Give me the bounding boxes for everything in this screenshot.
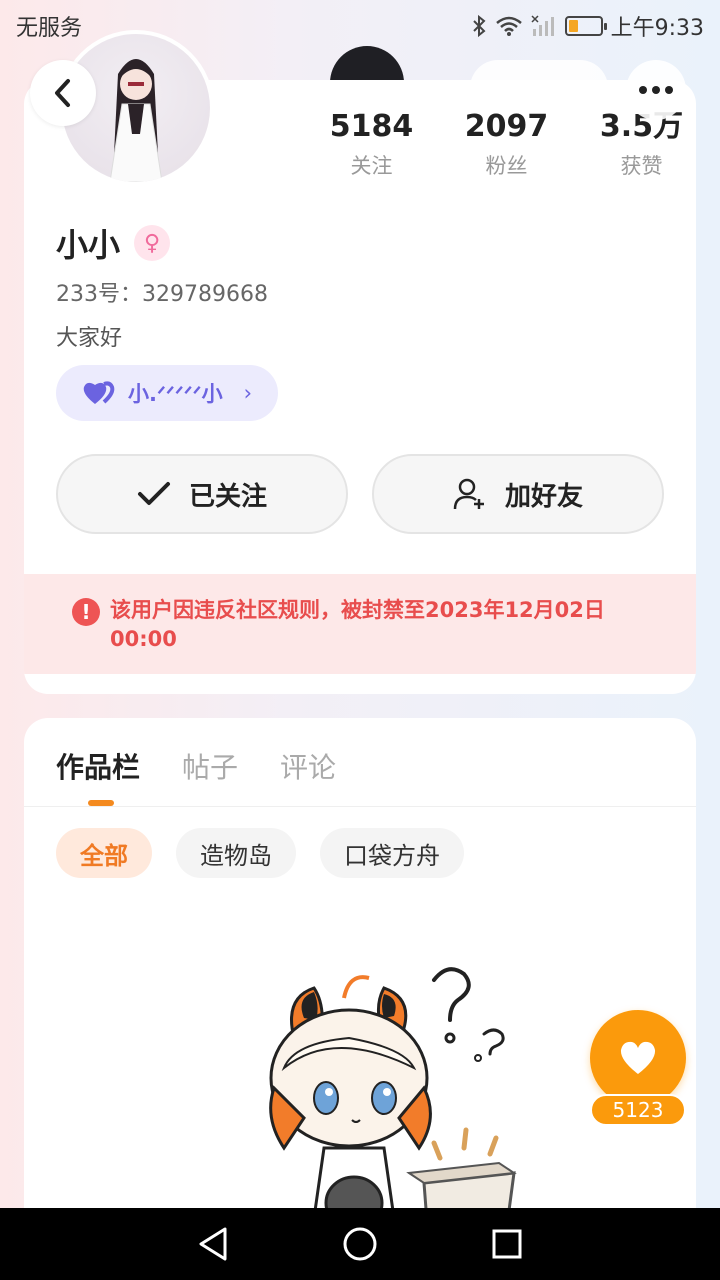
- content-tabs: 作品栏 帖子 评论: [56, 746, 336, 786]
- divider: [24, 806, 696, 807]
- stat-label: 关注: [350, 154, 393, 178]
- ban-notice: ! 该用户因违反社区规则，被封禁至2023年12月02日 00:00: [24, 574, 696, 674]
- stat-label: 获赞: [620, 154, 663, 178]
- ban-notice-text: 该用户因违反社区规则，被封禁至2023年12月02日 00:00: [110, 598, 605, 651]
- back-button[interactable]: [30, 60, 96, 126]
- filter-chips: 全部 造物岛 口袋方舟: [56, 828, 464, 878]
- tag-label: 小.ᐟᐟᐟᐟᐟ小: [128, 382, 223, 406]
- filter-pocket-ark[interactable]: 口袋方舟: [320, 828, 464, 878]
- nav-recents-button[interactable]: [477, 1214, 537, 1274]
- more-options-button[interactable]: [626, 60, 686, 120]
- heart-icon: [83, 381, 115, 404]
- stat-following[interactable]: 5184 关注: [304, 108, 439, 180]
- user-bio: 大家好: [56, 326, 123, 351]
- user-id: 233号：329789668: [56, 282, 268, 307]
- nav-home-button[interactable]: [330, 1214, 390, 1274]
- tab-posts[interactable]: 帖子: [182, 746, 238, 786]
- relationship-tag-chip[interactable]: 小.ᐟᐟᐟᐟᐟ小 ›: [56, 365, 278, 421]
- name-row: 小小 ♀: [56, 220, 171, 266]
- filter-all[interactable]: 全部: [56, 828, 152, 878]
- tab-works[interactable]: 作品栏: [56, 746, 140, 786]
- alert-icon: !: [72, 598, 100, 626]
- chevron-left-icon: [55, 79, 70, 107]
- works-card: 作品栏 帖子 评论 全部 造物岛 口袋方舟: [24, 718, 696, 1238]
- status-icons: 上午9:33: [471, 10, 704, 42]
- check-icon: [137, 482, 170, 505]
- stat-value: 2097: [464, 109, 549, 144]
- like-button[interactable]: [590, 1010, 686, 1106]
- circle-home-icon: [343, 1227, 377, 1261]
- triangle-back-icon: [199, 1227, 227, 1261]
- add-user-icon: [453, 478, 484, 510]
- stat-value: 3.5万: [599, 109, 684, 144]
- battery-icon: [564, 16, 607, 36]
- wifi-icon: [495, 16, 522, 36]
- square-recents-icon: [492, 1229, 522, 1259]
- heart-icon: [620, 1041, 656, 1074]
- nav-back-button[interactable]: [183, 1214, 243, 1274]
- following-button-label: 已关注: [188, 481, 267, 512]
- more-dots-icon: [639, 86, 647, 94]
- stat-label: 粉丝: [485, 154, 528, 178]
- stat-likes[interactable]: 3.5万 获赞: [574, 108, 696, 180]
- stat-value: 5184: [329, 109, 414, 144]
- chevron-right-icon: ›: [243, 381, 252, 405]
- filter-creation-island[interactable]: 造物岛: [176, 828, 296, 878]
- bluetooth-icon: [472, 14, 486, 38]
- clock-text: 上午9:33: [610, 16, 704, 41]
- empty-state-mascot-illustration: [269, 967, 517, 1238]
- add-friend-button[interactable]: 加好友: [372, 454, 664, 534]
- female-gender-icon: ♀: [134, 225, 171, 261]
- system-navigation-bar: [0, 1208, 720, 1280]
- carrier-text: 无服务: [16, 16, 83, 41]
- following-button[interactable]: 已关注: [56, 454, 348, 534]
- add-friend-button-label: 加好友: [504, 481, 583, 512]
- stats-row: 5184 关注 2097 粉丝 3.5万 获赞: [304, 108, 696, 180]
- signal-icon: [531, 15, 554, 36]
- user-name: 小小: [56, 226, 121, 264]
- like-count: 5123: [590, 1094, 686, 1126]
- tab-comments[interactable]: 评论: [280, 746, 336, 786]
- stat-followers[interactable]: 2097 粉丝: [439, 108, 574, 180]
